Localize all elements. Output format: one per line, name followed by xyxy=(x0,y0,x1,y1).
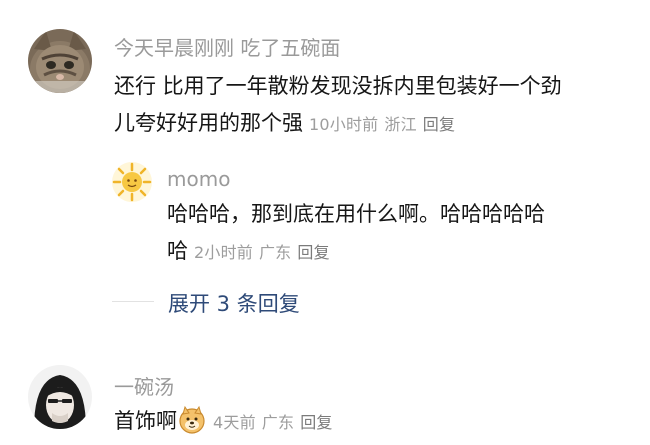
reply-button[interactable]: 回复 xyxy=(300,413,332,432)
comment-meta: 4天前 广东 回复 xyxy=(213,413,339,432)
comment-time: 4天前 xyxy=(213,413,256,432)
comment-body: 还行 比用了一年散粉发现没拆内里包装好一个劲 儿夸好好用的那个强 10小时前 浙江回… xyxy=(114,68,634,143)
comment-text-line-1: 还行 比用了一年散粉发现没拆内里包装好一个劲 xyxy=(114,74,562,98)
reply-button[interactable]: 回复 xyxy=(297,243,329,262)
expand-replies-button[interactable]: 展开 3 条回复 xyxy=(168,288,300,318)
comment-meta: 10小时前 浙江 回复 xyxy=(309,115,461,134)
reply-body: 哈哈哈，那到底在用什么啊。哈哈哈哈哈 哈 2小时前 广东 回复 xyxy=(167,196,627,271)
hooded-figure-avatar-icon xyxy=(28,365,92,429)
cat-avatar-icon xyxy=(28,29,92,93)
avatar[interactable] xyxy=(28,29,92,93)
comment-text-line-2: 儿夸好好用的那个强 10小时前 浙江 回复 xyxy=(114,105,634,143)
comment-time: 10小时前 xyxy=(309,115,379,134)
reply-location: 广东 xyxy=(258,243,292,262)
sun-avatar-icon xyxy=(112,162,152,202)
comment-location: 浙江 xyxy=(384,115,417,134)
reply-meta: 2小时前 广东 回复 xyxy=(194,243,336,262)
reply-text-line-1: 哈哈哈，那到底在用什么啊。哈哈哈哈哈 xyxy=(167,202,545,226)
reply-text-line-2: 哈 2小时前 广东 回复 xyxy=(167,233,627,271)
comment-body: 首饰啊 4天前 广东 回复 xyxy=(114,403,634,441)
reply-time: 2小时前 xyxy=(194,243,253,262)
comment-location: 广东 xyxy=(261,413,295,432)
avatar[interactable] xyxy=(112,162,152,202)
comment-username[interactable]: 今天早晨刚刚 吃了五碗面 xyxy=(114,32,340,61)
reply-text: 哈 xyxy=(167,239,188,263)
comment-username[interactable]: 一碗汤 xyxy=(114,371,174,400)
comment-text: 儿夸好好用的那个强 xyxy=(114,111,303,135)
doge-emoji-icon xyxy=(179,405,205,434)
comment-text: 首饰啊 xyxy=(114,409,177,433)
avatar[interactable] xyxy=(28,365,92,429)
reply-username[interactable]: momo xyxy=(167,167,230,191)
reply-button[interactable]: 回复 xyxy=(423,115,455,134)
expand-divider xyxy=(112,301,154,302)
